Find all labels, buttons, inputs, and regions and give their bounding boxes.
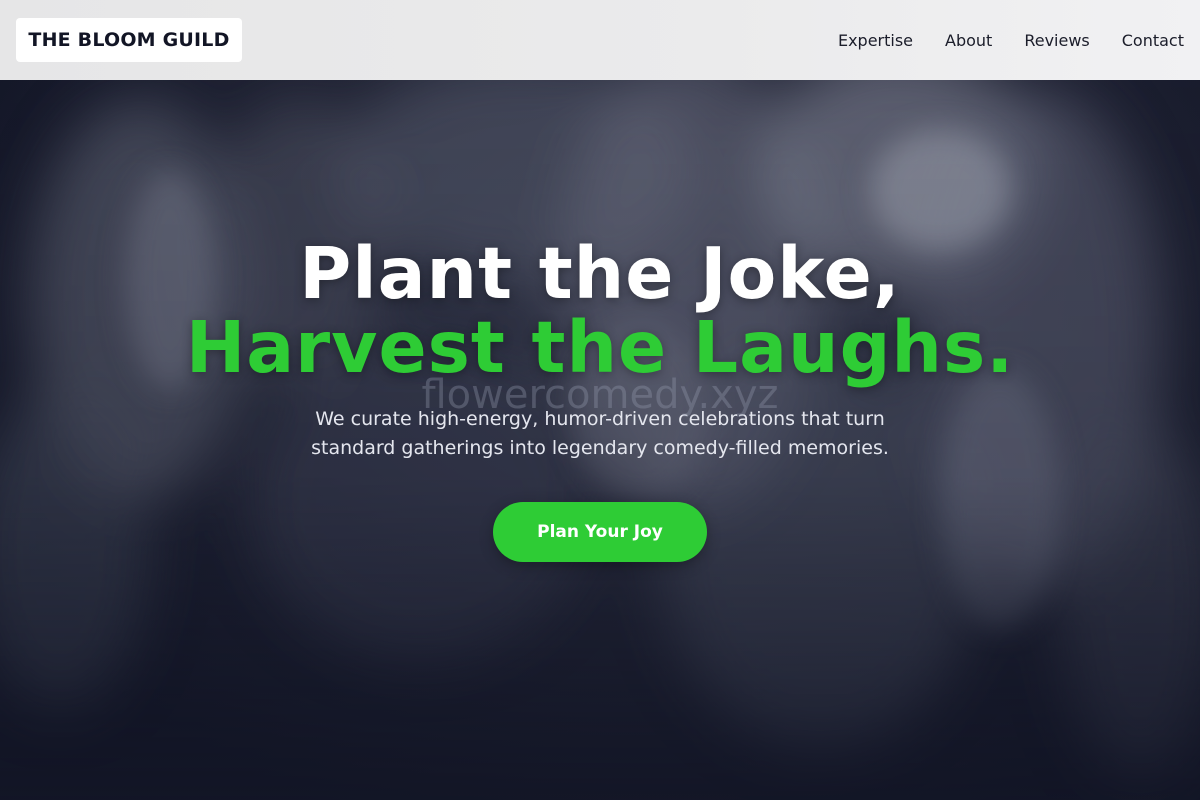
nav-link-reviews[interactable]: Reviews: [1024, 31, 1089, 50]
hero-headline-line1: Plant the Joke,: [299, 232, 901, 315]
plan-your-joy-button[interactable]: Plan Your Joy: [493, 502, 707, 562]
site-logo[interactable]: THE BLOOM GUILD: [16, 18, 242, 62]
nav-link-contact[interactable]: Contact: [1122, 31, 1184, 50]
nav-link-expertise[interactable]: Expertise: [838, 31, 913, 50]
nav-link-about[interactable]: About: [945, 31, 992, 50]
main-nav: Expertise About Reviews Contact: [806, 0, 1184, 80]
site-header: THE BLOOM GUILD Expertise About Reviews …: [0, 0, 1200, 80]
watermark-text: flowercomedy.xyz: [421, 372, 779, 418]
hero-section: flowercomedy.xyz Plant the Joke, Harvest…: [0, 80, 1200, 800]
page: THE BLOOM GUILD Expertise About Reviews …: [0, 0, 1200, 800]
